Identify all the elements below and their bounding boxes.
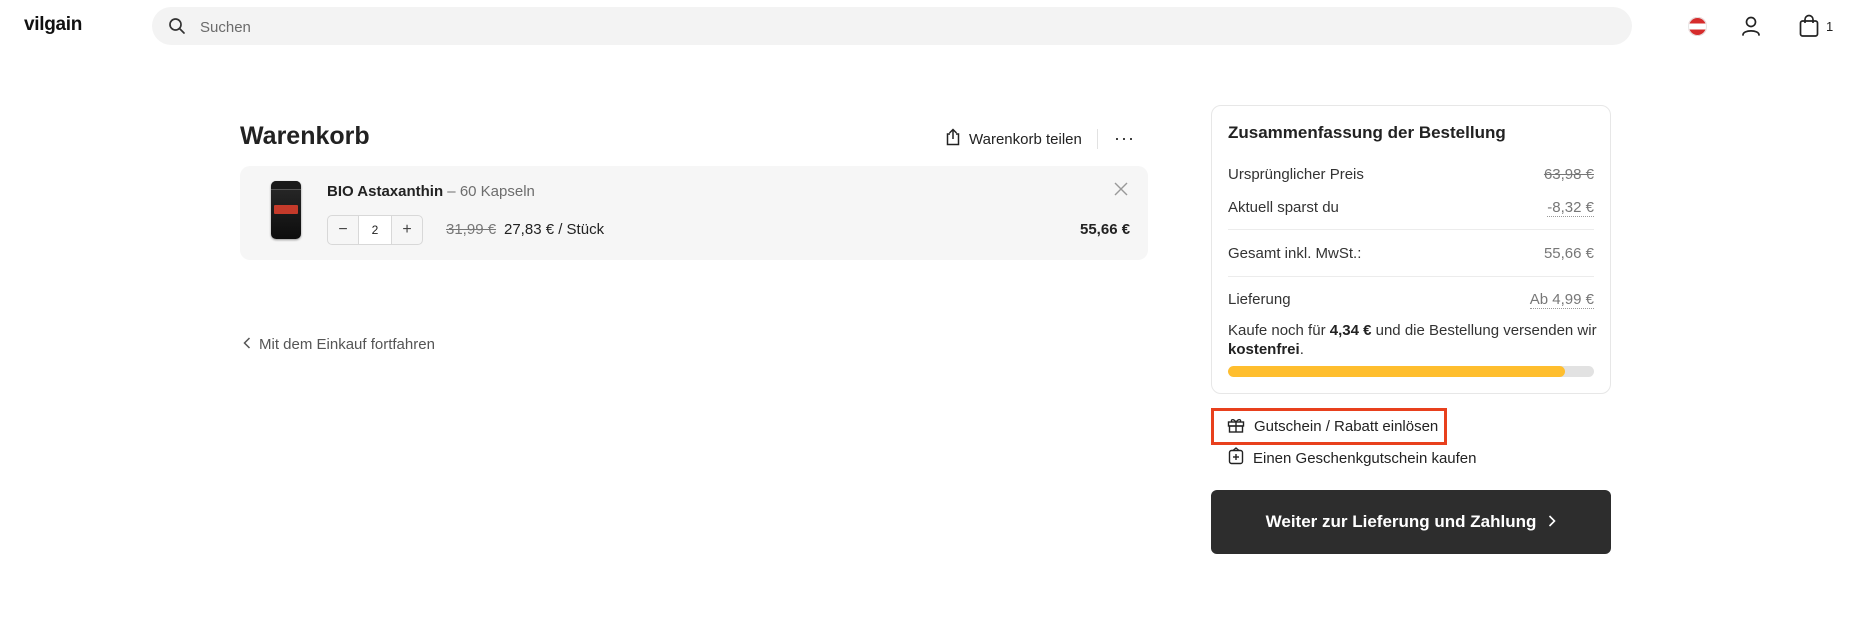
shopping-bag-icon[interactable] (1798, 14, 1820, 43)
cart-count-badge[interactable]: 1 (1826, 19, 1833, 34)
total-label: Gesamt inkl. MwSt.: (1228, 245, 1362, 262)
search-input[interactable] (198, 7, 1602, 47)
gift-box-icon (1227, 417, 1245, 437)
continue-shopping-link[interactable]: Mit dem Einkauf fortfahren (243, 336, 435, 353)
gift-card-icon (1228, 447, 1244, 469)
quantity-value[interactable]: 2 (358, 216, 392, 244)
remove-item-close-icon[interactable] (1114, 182, 1128, 201)
chevron-left-icon (243, 336, 251, 353)
summary-title: Zusammenfassung der Bestellung (1228, 123, 1506, 142)
proceed-to-checkout-label: Weiter zur Lieferung und Zahlung (1265, 512, 1537, 531)
buy-gift-card-button[interactable]: Einen Geschenkgutschein kaufen (1228, 447, 1476, 469)
divider (1228, 276, 1594, 277)
divider (1097, 129, 1098, 149)
product-name[interactable]: BIO Astaxanthin – 60 Kapseln (327, 183, 535, 200)
divider (1228, 229, 1594, 230)
user-icon[interactable] (1741, 15, 1761, 42)
original-price-label: Ursprünglicher Preis (1228, 166, 1364, 183)
savings-value[interactable]: -8,32 € (1547, 199, 1594, 217)
decrease-quantity-button[interactable]: − (328, 216, 358, 244)
total-value: 55,66 € (1543, 245, 1594, 262)
redeem-voucher-label: Gutschein / Rabatt einlösen (1254, 418, 1439, 435)
more-options-button[interactable]: ··· (1114, 128, 1135, 149)
page-title: Warenkorb (240, 122, 370, 150)
quantity-stepper[interactable]: − 2 + (327, 215, 423, 245)
share-icon (945, 128, 961, 150)
original-price-value: 63,98 € (1543, 166, 1594, 183)
product-image[interactable] (271, 181, 301, 239)
progress-fill (1228, 366, 1565, 377)
increase-quantity-button[interactable]: + (392, 216, 422, 244)
old-price: 31,99 € (446, 221, 497, 238)
share-cart-label: Warenkorb teilen (969, 130, 1082, 148)
country-flag-icon[interactable] (1688, 17, 1707, 36)
buy-gift-card-label: Einen Geschenkgutschein kaufen (1253, 449, 1477, 467)
search-icon (168, 17, 186, 40)
share-cart-button[interactable]: Warenkorb teilen (945, 128, 1082, 150)
proceed-to-checkout-button[interactable]: Weiter zur Lieferung und Zahlung (1211, 490, 1611, 554)
free-shipping-message: Kaufe noch für 4,34 € und die Bestellung… (1228, 322, 1597, 358)
chevron-right-icon (1548, 512, 1557, 532)
delivery-label: Lieferung (1228, 291, 1291, 308)
cart-item (240, 166, 1148, 260)
savings-label: Aktuell sparst du (1228, 199, 1339, 216)
unit-price: 27,83 € / Stück (504, 221, 605, 238)
delivery-value[interactable]: Ab 4,99 € (1529, 291, 1594, 309)
continue-shopping-label: Mit dem Einkauf fortfahren (259, 336, 435, 353)
item-total-price: 55,66 € (1080, 221, 1131, 238)
redeem-voucher-button[interactable]: Gutschein / Rabatt einlösen (1211, 408, 1447, 445)
free-shipping-progress-bar (1228, 366, 1594, 377)
search-bar[interactable] (152, 7, 1632, 47)
logo[interactable]: vilgain (24, 14, 82, 36)
